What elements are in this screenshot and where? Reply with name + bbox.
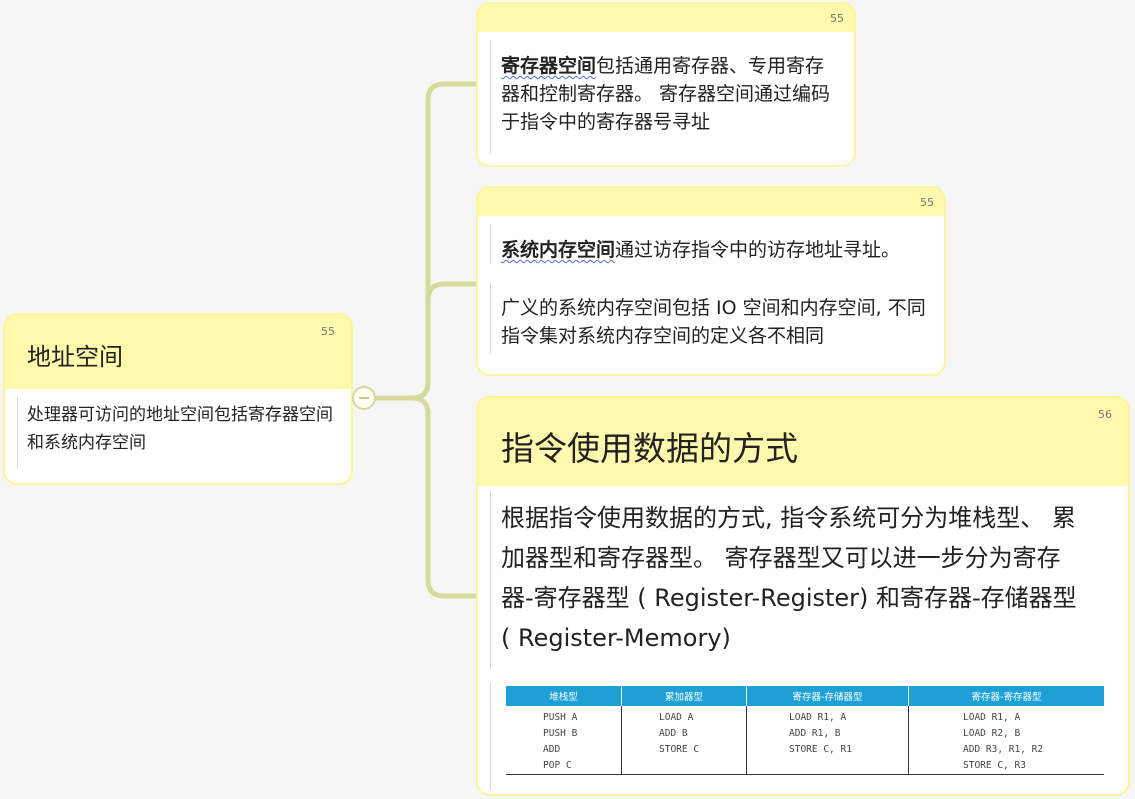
quote-bar <box>17 397 18 469</box>
table-cell-accumulator: LOAD A ADD B STORE C <box>621 706 747 775</box>
keyword-register-space: 寄存器空间 <box>501 55 597 77</box>
quote-bar <box>490 40 491 154</box>
node-header: 55 <box>478 188 944 216</box>
node-body: 根据指令使用数据的方式, 指令系统可分为堆栈型、 累加器型和寄存器型。 寄存器型… <box>478 486 1128 794</box>
node-body: 寄存器空间包括通用寄存器、专用寄存器和控制寄存器。 寄存器空间通过编码于指令中的… <box>478 32 854 165</box>
quote-bar <box>490 224 491 264</box>
node-register-space[interactable]: 55 寄存器空间包括通用寄存器、专用寄存器和控制寄存器。 寄存器空间通过编码于指… <box>476 2 856 167</box>
quote-bar <box>490 284 491 354</box>
instruction-type-table: 堆栈型 累加器型 寄存器-存储器型 寄存器-寄存器型 PUSH A PUSH B… <box>506 686 1104 775</box>
table-header: 寄存器-寄存器型 <box>908 686 1104 706</box>
table-cell-register-memory: LOAD R1, A ADD R1, B STORE C, R1 <box>746 706 909 775</box>
quote-bar <box>490 682 491 790</box>
table-header: 累加器型 <box>621 686 747 706</box>
table-cell-register-register: LOAD R1, A LOAD R2, B ADD R3, R1, R2 STO… <box>908 706 1104 775</box>
node-title: 地址空间 <box>27 343 123 371</box>
table-header: 寄存器-存储器型 <box>746 686 909 706</box>
node-body: 系统内存空间通过访存指令中的访存地址寻址。 广义的系统内存空间包括 IO 空间和… <box>478 216 944 374</box>
node-system-memory-space[interactable]: 55 系统内存空间通过访存指令中的访存地址寻址。 广义的系统内存空间包括 IO … <box>476 186 946 376</box>
node-number: 56 <box>1098 408 1112 421</box>
node-text-2: 广义的系统内存空间包括 IO 空间和内存空间, 不同指令集对系统内存空间的定义各… <box>501 297 926 347</box>
node-header: 56 指令使用数据的方式 <box>478 398 1128 486</box>
node-text: 根据指令使用数据的方式, 指令系统可分为堆栈型、 累加器型和寄存器型。 寄存器型… <box>501 504 1077 652</box>
node-address-space[interactable]: 55 地址空间 处理器可访问的地址空间包括寄存器空间和系统内存空间 <box>3 313 353 485</box>
node-text: 寄存器空间包括通用寄存器、专用寄存器和控制寄存器。 寄存器空间通过编码于指令中的… <box>501 55 831 133</box>
node-text: 处理器可访问的地址空间包括寄存器空间和系统内存空间 <box>27 405 333 453</box>
node-number: 55 <box>920 196 934 209</box>
node-header: 55 <box>478 4 854 32</box>
keyword-system-memory-space: 系统内存空间 <box>501 239 616 261</box>
table-cell-stack: PUSH A PUSH B ADD POP C <box>506 706 622 775</box>
node-text-1: 系统内存空间通过访存指令中的访存地址寻址。 <box>501 239 901 261</box>
collapse-toggle-button[interactable] <box>352 386 376 410</box>
node-number: 55 <box>321 325 335 338</box>
quote-bar <box>490 492 491 668</box>
node-header: 55 地址空间 <box>5 315 351 389</box>
node-instruction-data-usage[interactable]: 56 指令使用数据的方式 根据指令使用数据的方式, 指令系统可分为堆栈型、 累加… <box>476 396 1130 796</box>
node-number: 55 <box>830 12 844 25</box>
node-title: 指令使用数据的方式 <box>501 429 798 468</box>
table-header: 堆栈型 <box>506 686 622 706</box>
node-body: 处理器可访问的地址空间包括寄存器空间和系统内存空间 <box>5 389 351 483</box>
